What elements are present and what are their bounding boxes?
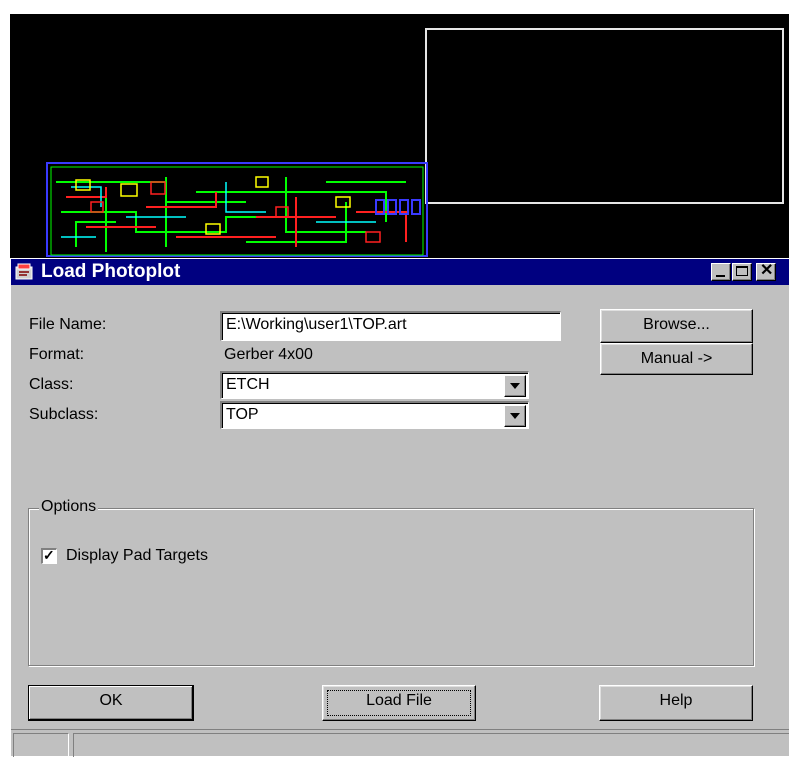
dialog-title: Load Photoplot bbox=[41, 261, 181, 282]
display-pad-targets-label[interactable]: Display Pad Targets bbox=[66, 546, 208, 566]
status-pane-2 bbox=[73, 733, 789, 757]
subclass-label: Subclass: bbox=[29, 406, 99, 423]
viewport-rectangle bbox=[425, 28, 784, 204]
pcb-board-preview bbox=[46, 162, 429, 258]
help-button[interactable]: Help bbox=[599, 685, 753, 721]
minimize-icon bbox=[716, 275, 725, 277]
minimize-button[interactable] bbox=[711, 263, 731, 281]
options-group-label: Options bbox=[39, 497, 99, 517]
subclass-select[interactable]: TOP bbox=[220, 401, 529, 429]
file-name-value: E:\Working\user1\TOP.art bbox=[226, 316, 407, 333]
chevron-down-icon[interactable] bbox=[504, 405, 526, 427]
status-bar bbox=[11, 729, 789, 757]
file-name-label: File Name: bbox=[29, 316, 107, 333]
maximize-button[interactable] bbox=[732, 263, 752, 281]
browse-button[interactable]: Browse... bbox=[600, 309, 753, 343]
load-file-button[interactable]: Load File bbox=[322, 685, 476, 721]
load-photoplot-dialog: Load Photoplot ✕ File Name: Format: Clas… bbox=[10, 258, 789, 757]
options-groupbox bbox=[28, 508, 754, 666]
subclass-value: TOP bbox=[226, 406, 259, 423]
format-label: Format: bbox=[29, 346, 85, 363]
close-icon: ✕ bbox=[760, 262, 774, 279]
ok-button[interactable]: OK bbox=[28, 685, 194, 721]
format-value: Gerber 4x00 bbox=[224, 346, 313, 363]
class-value: ETCH bbox=[226, 376, 270, 393]
class-select[interactable]: ETCH bbox=[220, 371, 529, 399]
maximize-icon bbox=[736, 266, 748, 276]
close-button[interactable]: ✕ bbox=[756, 263, 776, 281]
manual-button[interactable]: Manual -> bbox=[600, 343, 753, 375]
class-label: Class: bbox=[29, 376, 74, 393]
file-name-field[interactable]: E:\Working\user1\TOP.art bbox=[220, 311, 561, 341]
photoplot-app-icon bbox=[15, 262, 35, 282]
checkmark-icon: ✓ bbox=[43, 547, 55, 563]
chevron-down-icon[interactable] bbox=[504, 375, 526, 397]
title-bar[interactable]: Load Photoplot ✕ bbox=[11, 259, 789, 285]
pcb-canvas[interactable] bbox=[10, 14, 789, 258]
status-pane-1 bbox=[13, 733, 69, 757]
display-pad-targets-checkbox[interactable]: ✓ bbox=[41, 547, 57, 564]
